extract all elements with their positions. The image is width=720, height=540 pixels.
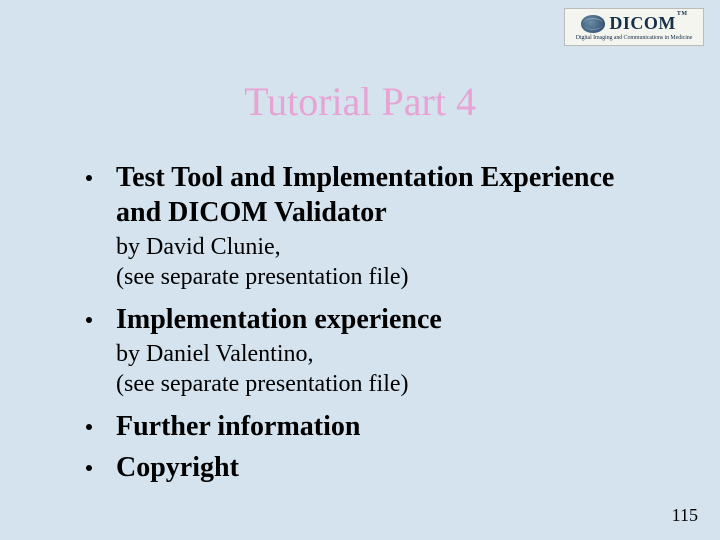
bullet-item: Copyright: [86, 450, 660, 485]
bullet-item: Test Tool and Implementation Experience …: [86, 160, 660, 230]
bullet-heading: Copyright: [116, 450, 239, 485]
bullet-subtext: by David Clunie, (see separate presentat…: [116, 232, 660, 292]
logo-top-row: DICOMTM: [581, 13, 686, 34]
bullet-heading: Test Tool and Implementation Experience …: [116, 160, 660, 230]
bullet-item: Implementation experience: [86, 302, 660, 337]
slide-title: Tutorial Part 4: [0, 78, 720, 125]
bullet-dot-icon: [86, 175, 92, 181]
logo-tagline: Digital Imaging and Communications in Me…: [576, 35, 693, 41]
dicom-logo: DICOMTM Digital Imaging and Communicatio…: [564, 8, 704, 46]
logo-brand: DICOM: [609, 13, 676, 33]
bullet-heading: Further information: [116, 409, 360, 444]
globe-icon: [581, 15, 605, 33]
bullet-dot-icon: [86, 424, 92, 430]
bullet-item: Further information: [86, 409, 660, 444]
bullet-subtext: by Daniel Valentino, (see separate prese…: [116, 339, 660, 399]
page-number: 115: [672, 505, 698, 526]
logo-tm: TM: [677, 11, 688, 17]
slide-content: Test Tool and Implementation Experience …: [86, 160, 660, 487]
bullet-heading: Implementation experience: [116, 302, 442, 337]
bullet-dot-icon: [86, 317, 92, 323]
bullet-dot-icon: [86, 465, 92, 471]
logo-brand-text: DICOMTM: [609, 13, 686, 34]
